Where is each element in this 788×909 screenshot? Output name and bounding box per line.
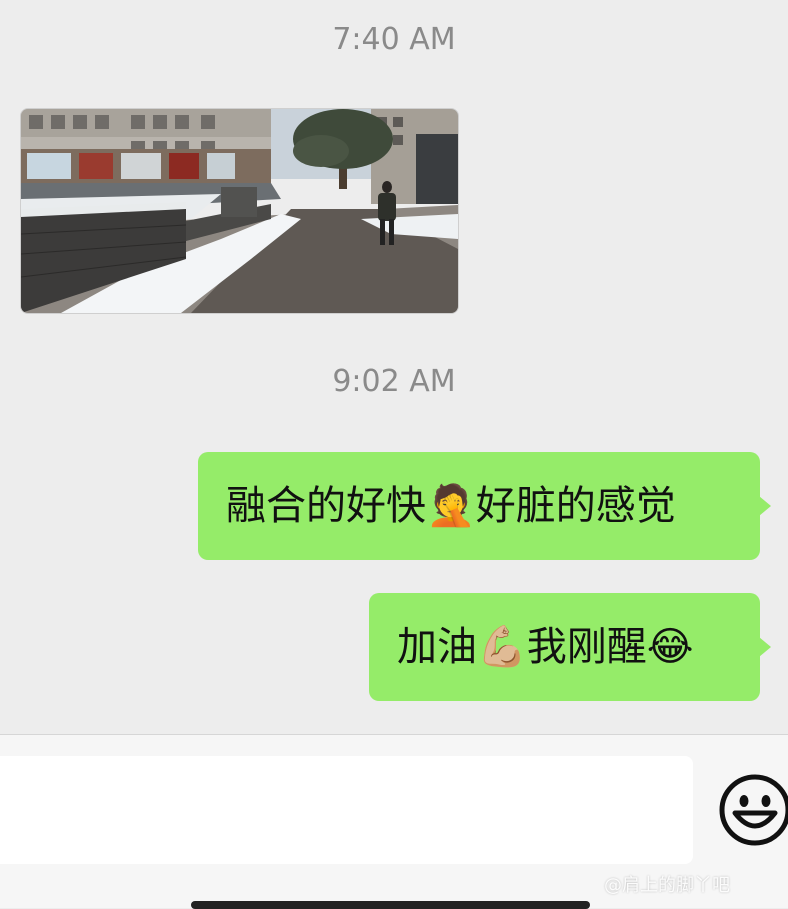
timestamp: 7:40 AM — [332, 22, 456, 57]
street-snow-photo — [21, 109, 458, 313]
smiley-icon — [719, 774, 788, 846]
emoji-button[interactable] — [718, 773, 788, 847]
chat-message-list[interactable]: 7:40 AM 9:02 AM 融合的好快🤦好脏的感觉 加油💪🏼我刚醒😂 — [0, 0, 788, 735]
message-input[interactable] — [0, 756, 693, 864]
timestamp: 9:02 AM — [332, 364, 456, 399]
watermark: @肩上的脚丫吧 — [604, 875, 730, 896]
outgoing-message-bubble[interactable]: 融合的好快🤦好脏的感觉 — [198, 452, 771, 560]
outgoing-message-bubble[interactable]: 加油💪🏼我刚醒😂 — [369, 593, 771, 701]
message-input-bar: @肩上的脚丫吧 — [0, 734, 788, 909]
image-message[interactable] — [20, 108, 459, 314]
home-indicator[interactable] — [191, 901, 590, 909]
